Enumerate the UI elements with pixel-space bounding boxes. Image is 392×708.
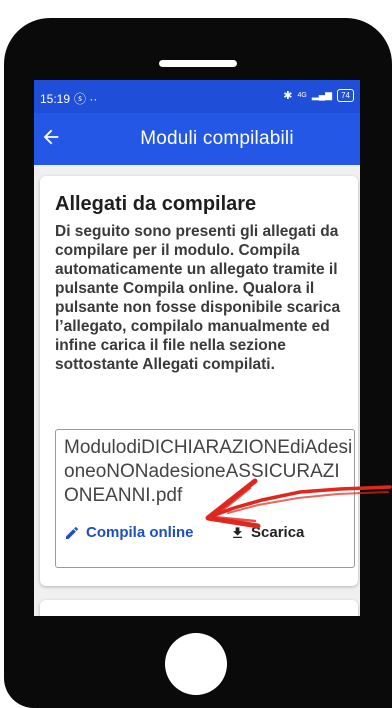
app-bar: Moduli compilabili	[34, 113, 360, 165]
next-card	[40, 600, 358, 616]
scarica-label: Scarica	[251, 524, 305, 541]
pencil-icon	[66, 526, 78, 539]
card-description: Di seguito sono presenti gli allegati da…	[55, 223, 341, 373]
bluetooth-icon: ✱	[283, 90, 293, 102]
notification-icons: ⓢ ··	[74, 92, 98, 106]
network-type: 4G	[297, 92, 307, 99]
phone-speaker	[159, 60, 237, 67]
compila-online-label: Compila online	[86, 524, 194, 541]
status-time: 15:19	[40, 91, 71, 106]
status-left: 15:19 ⓢ ··	[40, 90, 97, 107]
page-title: Moduli compilabili	[140, 128, 294, 149]
scarica-button[interactable]: Scarica	[230, 524, 304, 541]
attachment-item: ModulodiDICHIARAZIONEdiAdesioneoNONadesi…	[55, 429, 355, 568]
compila-online-button[interactable]: Compila online	[64, 524, 194, 541]
attachment-file-name: ModulodiDICHIARAZIONEdiAdesioneoNONadesi…	[64, 437, 353, 506]
signal-icon: ▂▄▆	[311, 90, 333, 100]
attachments-card: Allegati da compilare Di seguito sono pr…	[40, 176, 358, 586]
card-title: Allegati da compilare	[55, 193, 257, 215]
download-icon	[233, 526, 242, 538]
status-bar: 15:19 ⓢ ·· ✱ 4G ▂▄▆ 74	[34, 80, 360, 113]
battery-icon: 74	[337, 89, 354, 102]
status-right: ✱ 4G ▂▄▆ 74	[283, 89, 354, 102]
home-button[interactable]	[165, 633, 227, 695]
phone-screen: 15:19 ⓢ ·· ✱ 4G ▂▄▆ 74 Moduli compilabil…	[34, 80, 360, 616]
arrow-left-icon[interactable]	[40, 126, 62, 148]
